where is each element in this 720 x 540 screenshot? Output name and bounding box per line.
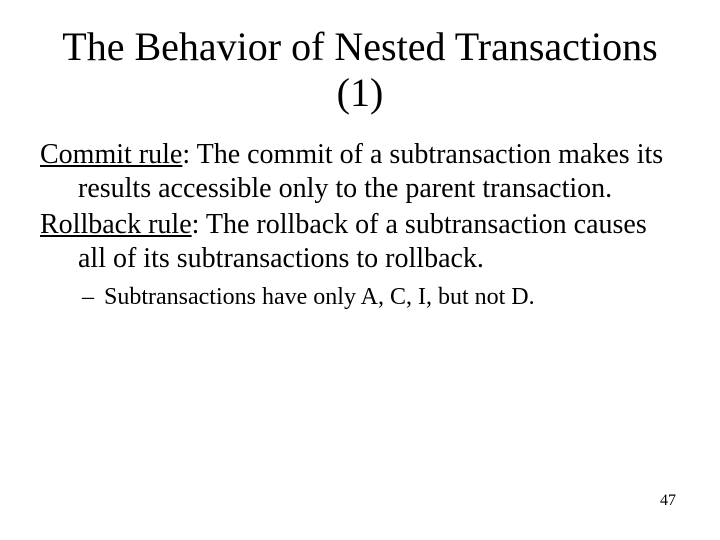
dash-icon: – — [82, 283, 104, 312]
sub-bullet-line: –Subtransactions have only A, C, I, but … — [40, 283, 680, 312]
rollback-rule-paragraph: Rollback rule: The rollback of a subtran… — [40, 208, 680, 276]
commit-rule-label: Commit rule — [40, 139, 182, 170]
page-number: 47 — [660, 492, 676, 510]
rollback-rule-label: Rollback rule — [40, 209, 192, 240]
body-text: Commit rule: The commit of a subtransact… — [40, 138, 680, 312]
sub-bullet-text: Subtransactions have only A, C, I, but n… — [104, 284, 535, 310]
slide-title: The Behavior of Nested Transactions (1) — [40, 24, 680, 116]
slide: The Behavior of Nested Transactions (1) … — [0, 0, 720, 540]
commit-rule-paragraph: Commit rule: The commit of a subtransact… — [40, 138, 680, 206]
